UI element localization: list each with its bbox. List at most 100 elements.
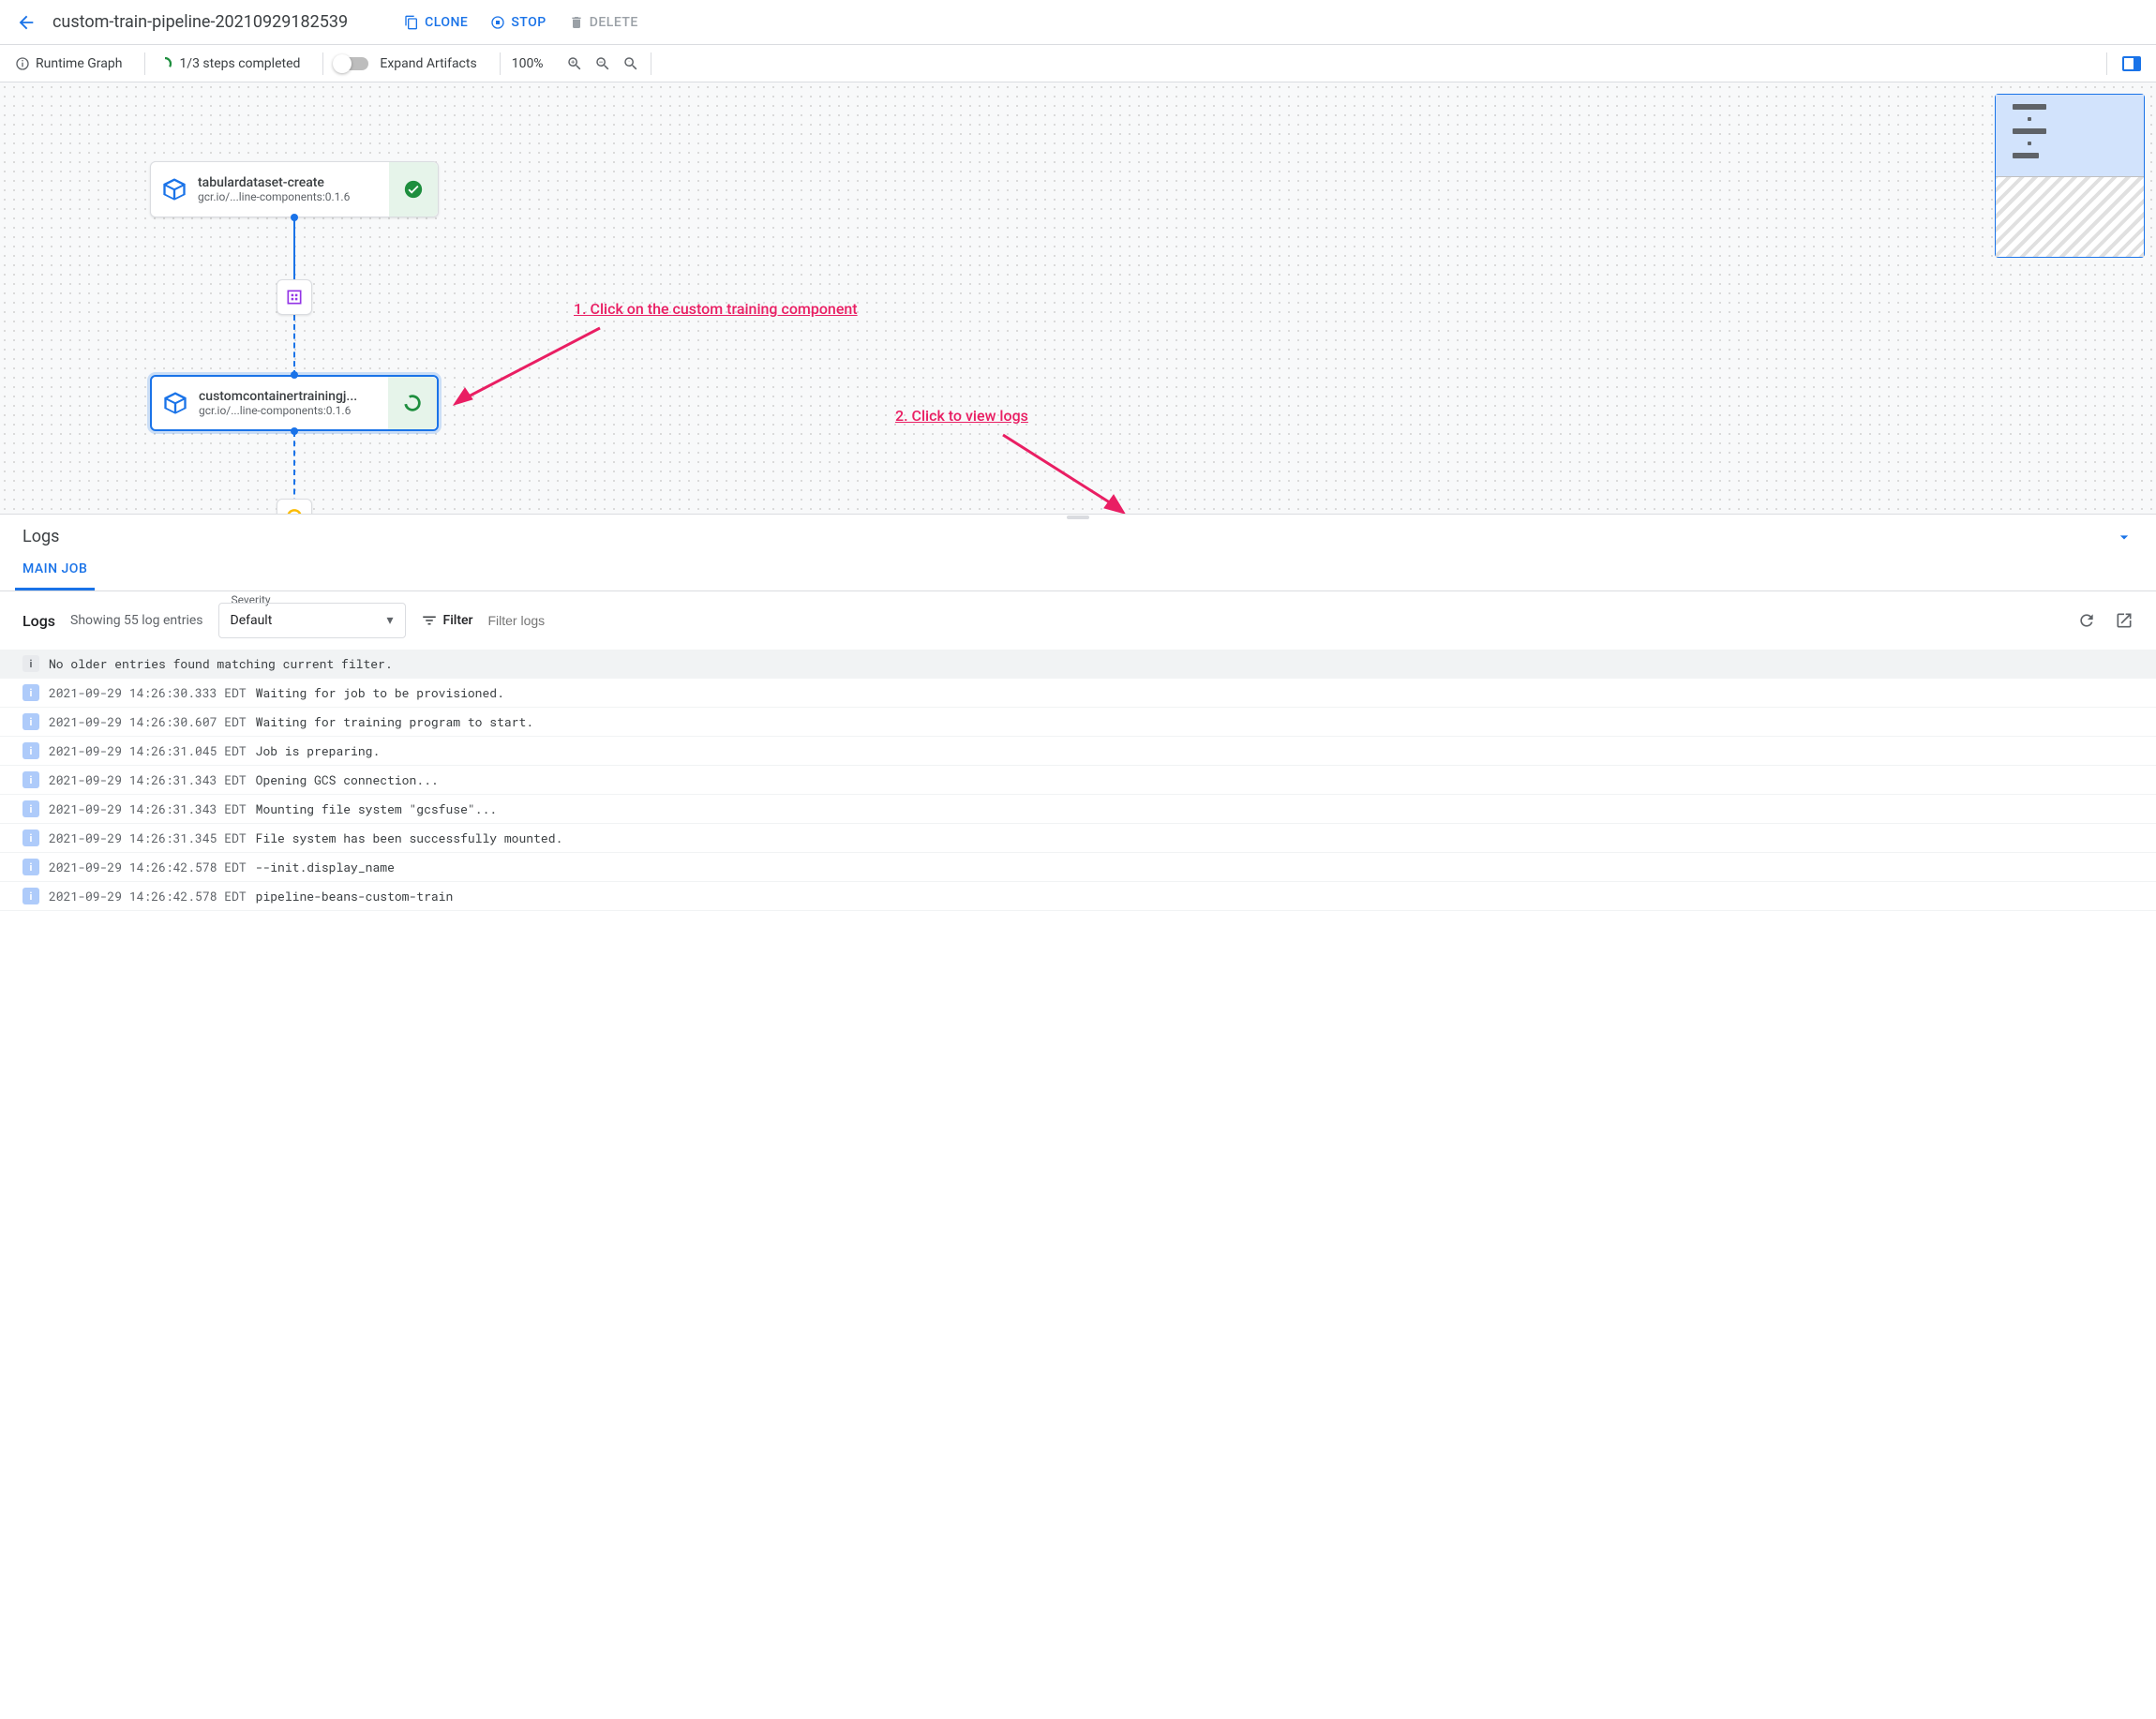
runtime-graph-button[interactable]: Runtime Graph: [15, 56, 133, 71]
log-row[interactable]: i2021-09-29 14:26:30.333 EDTWaiting for …: [0, 679, 2156, 708]
arrow-2: [994, 427, 1134, 514]
stop-icon: [490, 15, 505, 30]
artifact-node[interactable]: [277, 279, 312, 315]
log-timestamp: 2021-09-29 14:26:31.045 EDT: [49, 742, 247, 759]
refresh-button[interactable]: [2077, 611, 2096, 630]
connector-dashed: [293, 315, 295, 376]
filter-icon: [421, 612, 438, 629]
logs-title: Logs: [22, 527, 59, 546]
log-timestamp: 2021-09-29 14:26:31.343 EDT: [49, 771, 247, 788]
info-badge-icon: i: [22, 830, 39, 846]
filter-label: Filter: [443, 613, 473, 628]
info-badge-icon: i: [22, 742, 39, 759]
info-icon: i: [22, 655, 39, 672]
toggle-switch[interactable]: [335, 57, 368, 70]
open-external-icon: [2115, 611, 2134, 630]
delete-button[interactable]: DELETE: [569, 15, 638, 30]
clone-icon: [404, 15, 419, 30]
log-message: Waiting for job to be provisioned.: [256, 684, 504, 701]
delete-label: DELETE: [590, 15, 638, 30]
info-badge-icon: i: [22, 771, 39, 788]
log-row[interactable]: i2021-09-29 14:26:31.345 EDTFile system …: [0, 824, 2156, 853]
progress-icon: [157, 55, 173, 72]
connector: [293, 216, 295, 281]
cube-icon: [161, 176, 187, 202]
log-timestamp: 2021-09-29 14:26:42.578 EDT: [49, 888, 247, 904]
clone-button[interactable]: CLONE: [404, 15, 468, 30]
log-row[interactable]: i2021-09-29 14:26:31.343 EDTOpening GCS …: [0, 766, 2156, 795]
minimap[interactable]: [1995, 94, 2145, 258]
log-message: File system has been successfully mounte…: [256, 830, 563, 846]
info-badge-icon: i: [22, 859, 39, 875]
divider: [500, 52, 501, 75]
log-message: pipeline-beans-custom-train: [256, 888, 454, 904]
chevron-down-icon: [2115, 528, 2134, 546]
log-message: Mounting file system "gcsfuse"...: [256, 800, 497, 817]
zoom-in-icon: [566, 55, 583, 72]
expand-artifacts-label: Expand Artifacts: [380, 56, 476, 71]
port-out: [291, 214, 298, 221]
node-subtitle: gcr.io/...line-components:0.1.6: [198, 190, 389, 203]
trash-icon: [569, 15, 584, 30]
filter-button[interactable]: Filter: [421, 612, 473, 629]
log-notice-row: i No older entries found matching curren…: [0, 650, 2156, 679]
arrow-1: [450, 321, 609, 412]
divider: [322, 52, 323, 75]
node-title: tabulardataset-create: [198, 175, 389, 190]
log-timestamp: 2021-09-29 14:26:31.343 EDT: [49, 800, 247, 817]
info-badge-icon: i: [22, 888, 39, 904]
log-row[interactable]: i2021-09-29 14:26:31.045 EDTJob is prepa…: [0, 737, 2156, 766]
info-icon: [15, 56, 30, 71]
logs-label: Logs: [22, 612, 55, 630]
info-badge-icon: i: [22, 713, 39, 730]
tab-main-job[interactable]: MAIN JOB: [15, 550, 95, 590]
side-panel-toggle[interactable]: [2122, 56, 2141, 71]
toolbar: Runtime Graph 1/3 steps completed Expand…: [0, 45, 2156, 82]
dataset-icon: [285, 288, 304, 306]
divider: [144, 52, 145, 75]
zoom-fit-button[interactable]: [622, 55, 639, 72]
node-title: customcontainertrainingj...: [199, 389, 388, 404]
annotation-2: 2. Click to view logs: [895, 407, 1028, 425]
expand-artifacts-toggle[interactable]: Expand Artifacts: [335, 56, 487, 71]
log-list: i No older entries found matching curren…: [0, 650, 2156, 911]
log-message: Waiting for training program to start.: [256, 713, 533, 730]
port-out: [291, 427, 298, 435]
back-button[interactable]: [15, 11, 37, 34]
steps-status: 1/3 steps completed: [157, 55, 311, 72]
zoom-out-button[interactable]: [594, 55, 611, 72]
stop-button[interactable]: STOP: [490, 15, 546, 30]
log-timestamp: 2021-09-29 14:26:30.607 EDT: [49, 713, 247, 730]
log-message: --init.display_name: [256, 859, 395, 875]
filter-input[interactable]: [487, 613, 628, 628]
log-row[interactable]: i2021-09-29 14:26:31.343 EDTMounting fil…: [0, 795, 2156, 824]
node-tabulardataset-create[interactable]: tabulardataset-create gcr.io/...line-com…: [150, 161, 439, 217]
port-in: [291, 371, 298, 379]
pipeline-canvas[interactable]: tabulardataset-create gcr.io/...line-com…: [0, 82, 2156, 514]
node-status: [388, 377, 437, 429]
logs-tabs: MAIN JOB: [0, 550, 2156, 591]
page-header: custom-train-pipeline-20210929182539 CLO…: [0, 0, 2156, 45]
log-notice: No older entries found matching current …: [49, 655, 393, 672]
node-customcontainertraining[interactable]: customcontainertrainingj... gcr.io/...li…: [150, 375, 439, 431]
log-timestamp: 2021-09-29 14:26:42.578 EDT: [49, 859, 247, 875]
log-row[interactable]: i 2021-09-29 14:26:42.578 EDT --init.displ…: [0, 853, 2156, 882]
collapse-logs-button[interactable]: [2115, 528, 2134, 546]
log-row[interactable]: i 2021-09-29 14:26:42.578 EDT pipeline-bea…: [0, 882, 2156, 911]
log-row[interactable]: i 2021-09-29 14:26:30.607 EDT Waiting for …: [0, 708, 2156, 737]
zoom-out-icon: [594, 55, 611, 72]
zoom-in-button[interactable]: [566, 55, 583, 72]
open-external-button[interactable]: [2115, 611, 2134, 630]
arrow-back-icon: [16, 12, 37, 33]
running-icon: [402, 393, 423, 413]
node-subtitle: gcr.io/...line-components:0.1.6: [199, 404, 388, 417]
severity-value: Default: [231, 613, 273, 628]
zoom-level: 100%: [512, 56, 555, 71]
logs-panel: Logs MAIN JOB Logs Showing 55 log entrie…: [0, 514, 2156, 911]
check-circle-icon: [403, 179, 424, 200]
runtime-graph-label: Runtime Graph: [36, 56, 122, 71]
artifact-node-partial[interactable]: [277, 499, 312, 514]
severity-select[interactable]: Default: [218, 603, 406, 638]
node-status: [389, 162, 438, 217]
stop-label: STOP: [511, 15, 546, 30]
